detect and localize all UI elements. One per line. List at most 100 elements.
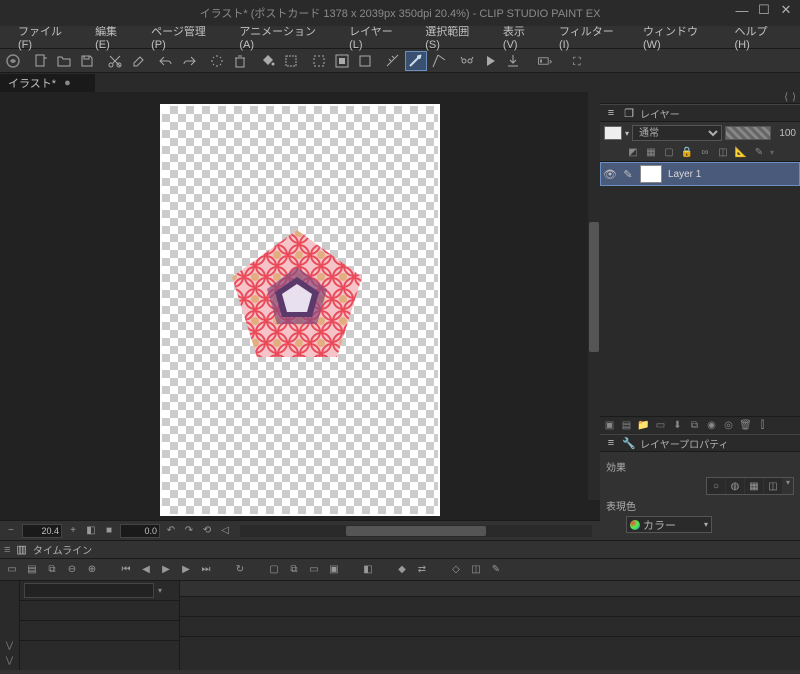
invert-icon[interactable] (331, 51, 353, 71)
vertical-scrollbar[interactable] (588, 92, 600, 500)
add-mask-icon[interactable]: ◉ (704, 419, 719, 433)
tl-set-icon[interactable]: ⧉ (44, 562, 60, 578)
panel-next-icon[interactable]: ⟩ (792, 92, 796, 103)
minimize-button[interactable]: — (732, 2, 752, 18)
panel-menu-icon[interactable]: ≡ (604, 436, 618, 450)
zoom-out-button[interactable]: − (4, 524, 18, 538)
border-effect-icon[interactable]: ○ (707, 478, 725, 494)
tl-key-icon[interactable]: ◆ (394, 562, 410, 578)
reset-rotate-button[interactable]: ⟲ (200, 524, 214, 538)
blend-mode-select[interactable]: 通常 (632, 125, 722, 141)
tl-interp-icon[interactable]: ⇄ (414, 562, 430, 578)
cut-icon[interactable] (104, 51, 126, 71)
tl-loop-icon[interactable]: ↻ (232, 562, 248, 578)
delete-layer-icon[interactable]: 🗑 (738, 419, 753, 433)
palette-icon[interactable] (530, 51, 560, 71)
tl-list-icon[interactable]: ▤ (24, 562, 40, 578)
close-button[interactable]: ✕ (776, 2, 796, 18)
zoom-in-button[interactable]: + (66, 524, 80, 538)
merge-down-icon[interactable]: ⧉ (687, 419, 702, 433)
flip-button[interactable]: ◁ (218, 524, 232, 538)
rotate-cw-button[interactable]: ↷ (182, 524, 196, 538)
visibility-icon[interactable]: 👁 (601, 168, 619, 181)
tl-last-icon[interactable]: ⏭ (198, 562, 214, 578)
transform-icon[interactable] (280, 51, 302, 71)
new-vector-icon[interactable]: ▤ (619, 419, 634, 433)
assist-icon[interactable] (456, 51, 478, 71)
actual-button[interactable]: ■ (102, 524, 116, 538)
tl-prev-icon[interactable]: ◀ (138, 562, 154, 578)
canvas-viewport[interactable] (0, 92, 600, 520)
select-rect-icon[interactable] (308, 51, 330, 71)
save-icon[interactable] (76, 51, 98, 71)
rotate-ccw-button[interactable]: ↶ (164, 524, 178, 538)
expression-effect-icon[interactable]: ◫ (764, 478, 782, 494)
link-icon[interactable]: ∞ (698, 146, 712, 160)
new-icon[interactable] (30, 51, 52, 71)
layer-name[interactable]: Layer 1 (665, 169, 799, 180)
timeline-select[interactable] (24, 583, 154, 598)
reference-icon[interactable]: ▦ (644, 146, 658, 160)
opacity-slider[interactable] (725, 126, 771, 140)
erase-icon[interactable] (127, 51, 149, 71)
transfer-down-icon[interactable]: ⬇ (670, 419, 685, 433)
snap-ruler-icon[interactable] (382, 51, 404, 71)
edit-target-icon[interactable]: ✎ (619, 168, 637, 181)
fill-icon[interactable] (257, 51, 279, 71)
tl-cel-copy-icon[interactable]: ⧉ (286, 562, 302, 578)
horizontal-scrollbar[interactable] (240, 525, 592, 537)
download-icon[interactable] (502, 51, 524, 71)
color-effect-icon[interactable]: ▦ (745, 478, 763, 494)
layer-prop-header[interactable]: ≡ 🔧 レイヤープロパティ (600, 434, 800, 452)
tl-zoomout-icon[interactable]: ⊖ (64, 562, 80, 578)
layer-panel-header[interactable]: ≡ ❐ レイヤー (600, 104, 800, 122)
panel-menu-icon[interactable]: ≡ (4, 544, 10, 556)
layer-color-icon[interactable]: ✎ (752, 146, 766, 160)
draft-icon[interactable]: ▢ (662, 146, 676, 160)
panel-menu-icon[interactable]: ≡ (604, 106, 618, 120)
tl-zoomin-icon[interactable]: ⊕ (84, 562, 100, 578)
new-raster-icon[interactable]: ▣ (602, 419, 617, 433)
tl-cel-del-icon[interactable]: ▭ (306, 562, 322, 578)
tl-cel-new-icon[interactable]: ▢ (266, 562, 282, 578)
rotation-input[interactable] (120, 524, 160, 538)
grip-icon[interactable]: ⋁ (6, 640, 13, 651)
clear-icon[interactable] (229, 51, 251, 71)
clip-mask-icon[interactable]: ◩ (626, 146, 640, 160)
tl-pen-icon[interactable]: ✎ (488, 562, 504, 578)
layer-row[interactable]: 👁 ✎ Layer 1 (600, 162, 800, 186)
lock-icon[interactable]: 🔒 (680, 146, 694, 160)
new-frame-icon[interactable]: ▭ (653, 419, 668, 433)
tl-new-icon[interactable]: ▭ (4, 562, 20, 578)
open-icon[interactable] (53, 51, 75, 71)
tl-play-icon[interactable]: ▶ (158, 562, 174, 578)
tl-next-icon[interactable]: ▶ (178, 562, 194, 578)
gear-icon[interactable]: ⛶ (566, 51, 588, 71)
snap-special-icon[interactable] (405, 51, 427, 71)
redo-icon[interactable] (178, 51, 200, 71)
fit-button[interactable]: ◧ (84, 524, 98, 538)
color-mode-select[interactable]: カラー ▾ (626, 516, 712, 533)
canvas[interactable] (160, 104, 440, 516)
tl-first-icon[interactable]: ⏮ (118, 562, 134, 578)
tl-light-icon[interactable]: ◇ (448, 562, 464, 578)
apply-mask-icon[interactable]: ◎ (721, 419, 736, 433)
mask-icon[interactable]: ◫ (716, 146, 730, 160)
layer-thumbnail[interactable] (640, 165, 662, 183)
timeline-tracks[interactable] (180, 581, 800, 670)
new-folder-icon[interactable]: 📁 (636, 419, 651, 433)
loading-icon[interactable] (206, 51, 228, 71)
layer-color-swatch[interactable] (604, 126, 622, 140)
deselect-icon[interactable] (354, 51, 376, 71)
grip-icon[interactable]: ⋁ (6, 655, 13, 666)
document-tab[interactable]: イラスト* ● (0, 74, 95, 92)
panel-prev-icon[interactable]: ⟨ (784, 92, 788, 103)
snap-grid-icon[interactable] (428, 51, 450, 71)
clip-studio-icon[interactable] (2, 51, 24, 71)
tone-effect-icon[interactable]: ◍ (726, 478, 744, 494)
maximize-button[interactable]: ☐ (754, 2, 774, 18)
ruler-visible-icon[interactable]: 📐 (734, 146, 748, 160)
tl-onion-icon[interactable]: ◧ (360, 562, 376, 578)
swatch-dropdown-icon[interactable]: ▾ (625, 129, 629, 138)
tl-clip-icon[interactable]: ◫ (468, 562, 484, 578)
